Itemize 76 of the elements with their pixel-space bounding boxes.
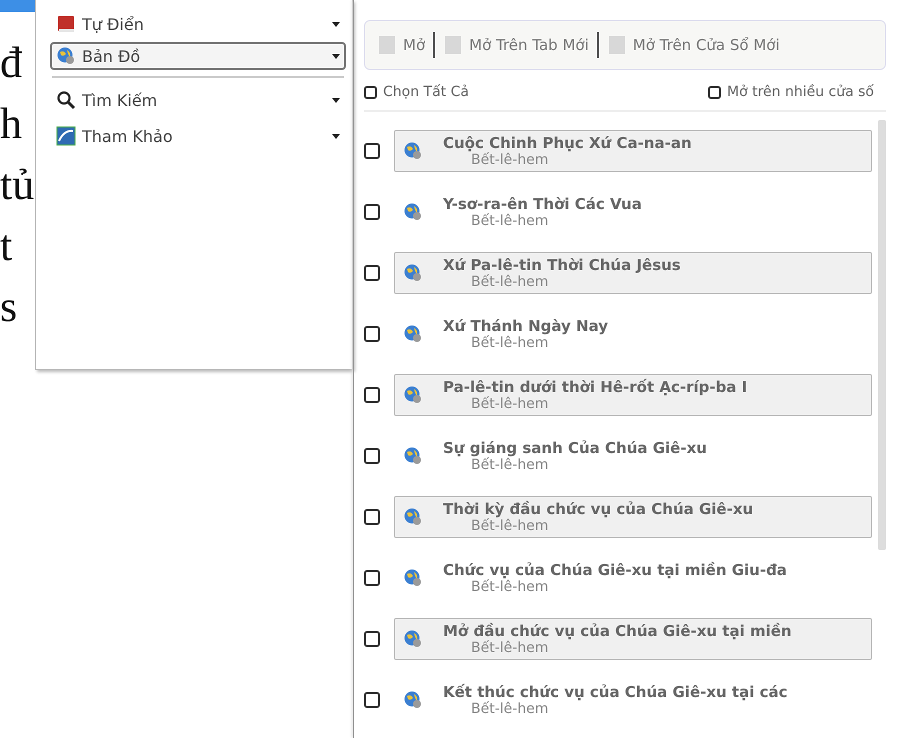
checkbox[interactable]	[364, 326, 380, 342]
checkbox[interactable]	[364, 692, 380, 708]
checkbox[interactable]	[364, 448, 380, 464]
globe-icon	[403, 568, 423, 588]
menu-item[interactable]: Bản Đồ	[50, 42, 346, 70]
menu-item[interactable]: Tham Khảo	[50, 118, 346, 154]
search-icon	[56, 90, 76, 110]
map-item[interactable]: Mở đầu chức vụ của Chúa Giê-xu tại miền Bết-lê-hem	[394, 618, 872, 660]
map-location: Bết-lê-hem	[470, 274, 550, 290]
menu-item[interactable]: Tìm Kiếm	[50, 82, 346, 118]
dropdown-arrow-icon	[332, 98, 340, 102]
map-title: Sự giáng sanh Của Chúa Giê-xu	[443, 438, 707, 456]
map-title: Chức vụ của Chúa Giê-xu tại miền Giu-đa	[443, 560, 787, 578]
map-item[interactable]: Xứ Pa-lê-tin Thời Chúa Jêsus Bết-lê-hem	[394, 252, 872, 294]
document-text: h	[0, 98, 22, 150]
dropdown-arrow-icon	[332, 54, 340, 58]
highlight-block	[0, 0, 35, 12]
multi-window-checkbox[interactable]: Mở trên nhiều cửa số	[708, 84, 874, 100]
globe-icon	[56, 46, 76, 66]
map-item[interactable]: Sự giáng sanh Của Chúa Giê-xu Bết-lê-hem	[394, 434, 872, 476]
globe-icon	[403, 506, 423, 526]
document-icon	[606, 35, 627, 55]
map-item[interactable]: Pa-lê-tin dưới thời Hê-rốt Ạc-ríp-ba I Bết-lê-hem	[394, 374, 872, 416]
map-location: Bết-lê-hem	[470, 640, 550, 656]
checkbox[interactable]	[364, 570, 380, 586]
checkbox[interactable]	[708, 86, 721, 98]
menu-item[interactable]: Tự Điển	[50, 6, 346, 42]
globe-icon	[403, 140, 423, 160]
map-item[interactable]: Y-sơ-ra-ên Thời Các Vua Bết-lê-hem	[394, 190, 872, 232]
document-icon	[377, 35, 397, 55]
globe-icon	[403, 262, 423, 282]
map-item[interactable]: Thời kỳ đầu chức vụ của Chúa Giê-xu Bết-lê-hem	[394, 496, 872, 538]
map-title: Cuộc Chinh Phục Xứ Ca-na-an	[443, 134, 692, 152]
dropdown-arrow-icon	[332, 134, 340, 138]
globe-icon	[403, 324, 423, 344]
map-title: Xứ Pa-lê-tin Thời Chúa Jêsus	[443, 256, 681, 274]
document-text: t	[0, 220, 12, 272]
select-all-checkbox[interactable]: Chọn Tất Cả	[364, 84, 469, 100]
scrollbar-thumb[interactable]	[878, 120, 886, 550]
map-title: Mở đầu chức vụ của Chúa Giê-xu tại miền	[443, 622, 792, 640]
map-title: Y-sơ-ra-ên Thời Các Vua	[443, 194, 642, 212]
map-item[interactable]: Xứ Thánh Ngày Nay Bết-lê-hem	[394, 312, 872, 354]
checkbox[interactable]	[364, 142, 380, 158]
checkbox[interactable]	[364, 386, 380, 402]
map-item[interactable]: Cuộc Chinh Phục Xứ Ca-na-an Bết-lê-hem	[394, 130, 872, 172]
checkbox[interactable]	[364, 508, 380, 524]
globe-icon	[403, 202, 423, 222]
checkbox[interactable]	[364, 86, 377, 98]
map-location: Bết-lê-hem	[470, 334, 550, 350]
checkbox[interactable]	[364, 204, 380, 220]
book-icon	[56, 14, 76, 34]
globe-icon	[403, 446, 423, 466]
globe-swirl-icon	[56, 126, 76, 146]
checkbox[interactable]	[364, 630, 380, 646]
document-text: đ	[0, 37, 22, 89]
map-title: Kết thúc chức vụ của Chúa Giê-xu tại các	[443, 682, 788, 700]
map-location: Bết-lê-hem	[470, 212, 550, 228]
document-text: s	[0, 281, 18, 333]
map-location: Bết-lê-hem	[470, 700, 550, 716]
document-text: tủ	[0, 159, 34, 211]
checkbox[interactable]	[364, 264, 380, 280]
map-title: Pa-lê-tin dưới thời Hê-rốt Ạc-ríp-ba I	[443, 378, 748, 396]
map-location: Bết-lê-hem	[470, 152, 550, 168]
map-location: Bết-lê-hem	[470, 456, 550, 472]
globe-icon	[403, 690, 423, 710]
globe-icon	[403, 628, 423, 648]
globe-icon	[403, 384, 423, 404]
map-location: Bết-lê-hem	[470, 396, 550, 412]
map-item[interactable]: Chức vụ của Chúa Giê-xu tại miền Giu-đa Bết-lê-hem	[394, 556, 872, 598]
map-item[interactable]: Kết thúc chức vụ của Chúa Giê-xu tại các Bết-lê-hem	[394, 678, 872, 720]
document-icon	[443, 35, 464, 55]
map-title: Xứ Thánh Ngày Nay	[443, 316, 608, 334]
map-location: Bết-lê-hem	[470, 518, 550, 534]
map-location: Bết-lê-hem	[470, 578, 550, 594]
dropdown-arrow-icon	[332, 22, 340, 26]
map-title: Thời kỳ đầu chức vụ của Chúa Giê-xu	[443, 500, 754, 518]
